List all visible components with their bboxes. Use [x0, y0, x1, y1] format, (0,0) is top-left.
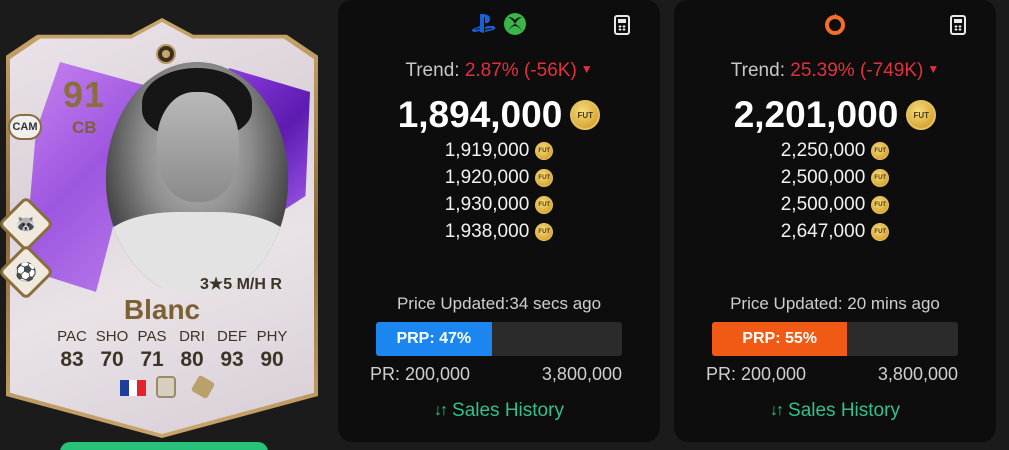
price-list: 1,919,000 FUT 1,920,000 FUT 1,930,000 FUT 1…: [338, 140, 660, 243]
main-price: 2,201,000 FUT: [674, 94, 996, 136]
pr-min: PR: 200,000: [706, 364, 807, 384]
list-item: 2,250,000 FUT: [781, 140, 890, 162]
pr-min: PR: 200,000: [370, 364, 471, 384]
playstation-icon: [471, 12, 497, 36]
coin-icon: FUT: [570, 100, 601, 130]
price-value: 2,250,000: [780, 140, 866, 161]
trend-down-icon: ▼: [927, 62, 940, 76]
stat-label: DRI: [179, 328, 205, 345]
coin-icon: FUT: [871, 223, 890, 241]
trend-line: Trend: 25.39% (-749K) ▼: [674, 60, 996, 82]
stat-value: 80: [180, 348, 204, 371]
stat-label: DEF: [217, 328, 247, 345]
pr-max: 3,800,000: [877, 364, 958, 384]
coin-icon: FUT: [535, 142, 554, 160]
player-name: Blanc: [123, 294, 201, 325]
price-value: 2,500,000: [780, 167, 866, 188]
price-value: 1,938,000: [444, 221, 530, 242]
main-price-value: 2,201,000: [733, 94, 899, 135]
stat-labels: PAC SHO PAS DRI DEF PHY: [52, 328, 292, 345]
list-item: 2,500,000 FUT: [781, 167, 890, 189]
stat-value: 83: [60, 348, 84, 371]
price-value: 1,919,000: [444, 140, 530, 161]
stat-label: PHY: [256, 328, 288, 345]
prp-bar: PRP: 55%: [712, 322, 958, 356]
sort-arrows-icon: ↓↑: [770, 402, 784, 419]
list-item: 1,938,000 FUT: [445, 221, 554, 243]
price-range: PR: 200,000 3,800,000: [706, 364, 958, 385]
main-price: 1,894,000 FUT: [338, 94, 660, 136]
coin-icon: FUT: [871, 169, 890, 187]
card-action-button[interactable]: [60, 442, 268, 450]
trend-value: 25.39% (-749K): [790, 60, 924, 81]
nation-flag-icon: [120, 380, 147, 396]
player-card[interactable]: 91 CB 3★5 M/H R Blanc PAC SHO PAS DRI DE…: [0, 18, 318, 438]
price-panel-console: Trend: 2.87% (-56K) ▼ 1,894,000 FUT 1,919…: [338, 0, 660, 442]
pr-max: 3,800,000: [541, 364, 622, 384]
origin-icon: [823, 12, 847, 36]
prp-fill: PRP: 47%: [376, 322, 492, 356]
price-value: 2,647,000: [780, 221, 866, 242]
calculator-icon[interactable]: [614, 15, 630, 35]
list-item: 1,919,000 FUT: [445, 140, 554, 162]
stat-value: 93: [220, 348, 244, 371]
price-list: 2,250,000 FUT 2,500,000 FUT 2,500,000 FUT 2…: [674, 140, 996, 243]
skills-workrates: 3★5 M/H R: [200, 276, 282, 293]
club-badge-icon: [190, 374, 216, 400]
sales-history-link[interactable]: ↓↑ Sales History: [674, 400, 996, 422]
stat-label: SHO: [95, 328, 129, 345]
list-item: 1,930,000 FUT: [445, 194, 554, 216]
price-value: 1,920,000: [444, 167, 530, 188]
coin-icon: FUT: [535, 169, 554, 187]
platform-icons: [674, 12, 996, 36]
price-updated: Price Updated:34 secs ago: [396, 294, 602, 313]
price-range: PR: 200,000 3,800,000: [370, 364, 622, 385]
xbox-icon: [503, 12, 527, 36]
trend-label: Trend:: [405, 60, 460, 81]
league-badge-icon: [156, 376, 176, 398]
calculator-icon[interactable]: [950, 15, 966, 35]
coin-icon: FUT: [871, 196, 890, 214]
stat-value: 90: [260, 348, 284, 371]
prp-fill: PRP: 55%: [712, 322, 848, 356]
coin-icon: FUT: [871, 142, 890, 160]
stat-value: 70: [100, 348, 124, 371]
sales-history-label: Sales History: [788, 400, 900, 421]
trend-value: 2.87% (-56K): [464, 60, 577, 81]
player-rating: 91: [63, 74, 106, 115]
card-body: 91 CB 3★5 M/H R Blanc PAC SHO PAS DRI DE…: [10, 22, 314, 434]
trend-label: Trend:: [730, 60, 785, 81]
list-item: 1,920,000 FUT: [445, 167, 554, 189]
platform-icons: [338, 12, 660, 36]
main-price-value: 1,894,000: [397, 94, 563, 135]
sales-history-label: Sales History: [452, 400, 564, 421]
alt-position-pill: CAM: [8, 114, 42, 140]
sales-history-link[interactable]: ↓↑ Sales History: [338, 400, 660, 422]
prp-bar: PRP: 47%: [376, 322, 622, 356]
price-updated: Price Updated: 20 mins ago: [730, 294, 940, 313]
list-item: 2,647,000 FUT: [781, 221, 890, 243]
trend-line: Trend: 2.87% (-56K) ▼: [338, 60, 660, 82]
price-panel-pc: Trend: 25.39% (-749K) ▼ 2,201,000 FUT 2,2…: [674, 0, 996, 442]
card-top-emblem-icon: [156, 44, 176, 64]
coin-icon: FUT: [535, 196, 554, 214]
stat-value: 71: [140, 348, 164, 371]
price-value: 1,930,000: [444, 194, 530, 215]
trend-down-icon: ▼: [580, 62, 593, 76]
player-position: CB: [72, 118, 97, 137]
coin-icon: FUT: [535, 223, 554, 241]
price-value: 2,500,000: [780, 194, 866, 215]
coin-icon: FUT: [906, 100, 937, 130]
sort-arrows-icon: ↓↑: [434, 402, 448, 419]
stat-label: PAC: [57, 328, 87, 345]
stat-values: 83 70 71 80 93 90: [52, 348, 292, 372]
list-item: 2,500,000 FUT: [781, 194, 890, 216]
stat-label: PAS: [137, 328, 167, 345]
